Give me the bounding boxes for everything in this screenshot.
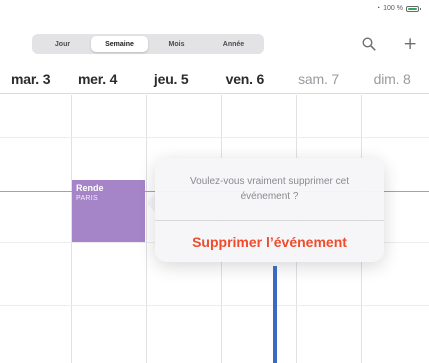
annotation-pointer: [273, 266, 277, 363]
event-location: PARIS: [76, 195, 98, 202]
battery-percentage: 100 %: [383, 5, 403, 12]
day-column-header[interactable]: dim. 8: [355, 64, 429, 94]
segment-day[interactable]: Jour: [34, 36, 91, 52]
segment-week[interactable]: Semaine: [91, 36, 148, 52]
wifi-icon: ◔: [375, 5, 381, 12]
day-column-header[interactable]: ven. 6: [208, 64, 282, 94]
popover-arrow: [146, 194, 155, 212]
status-bar: ◔ 100 %: [0, 0, 429, 24]
week-day-header: mar. 3 mer. 4 jeu. 5 ven. 6 sam. 7 dim. …: [0, 64, 429, 94]
confirmation-message: Voulez-vous vraiment supprimer cet événe…: [190, 176, 349, 202]
plus-icon[interactable]: +: [403, 34, 417, 54]
view-segmented-control: Jour Semaine Mois Année: [32, 34, 264, 54]
segment-month[interactable]: Mois: [148, 36, 205, 52]
day-column-header[interactable]: mar. 3: [0, 64, 61, 94]
delete-confirmation-popover: Voulez-vous vraiment supprimer cet événe…: [155, 158, 384, 262]
day-column-header[interactable]: jeu. 5: [134, 64, 208, 94]
status-indicators: ◔ 100 %: [375, 5, 421, 12]
battery-icon: [406, 5, 421, 12]
grid-hour-line: [0, 305, 429, 306]
day-column-header[interactable]: sam. 7: [282, 64, 356, 94]
day-column-header[interactable]: mer. 4: [61, 64, 135, 94]
grid-column-divider: [146, 95, 147, 363]
delete-event-button[interactable]: Supprimer l’événement: [155, 221, 384, 262]
event-title: Rende: [76, 183, 104, 193]
calendar-event[interactable]: Rende PARIS: [72, 180, 145, 242]
search-icon[interactable]: [362, 34, 380, 52]
segment-year[interactable]: Année: [205, 36, 262, 52]
grid-hour-line: [0, 137, 429, 138]
